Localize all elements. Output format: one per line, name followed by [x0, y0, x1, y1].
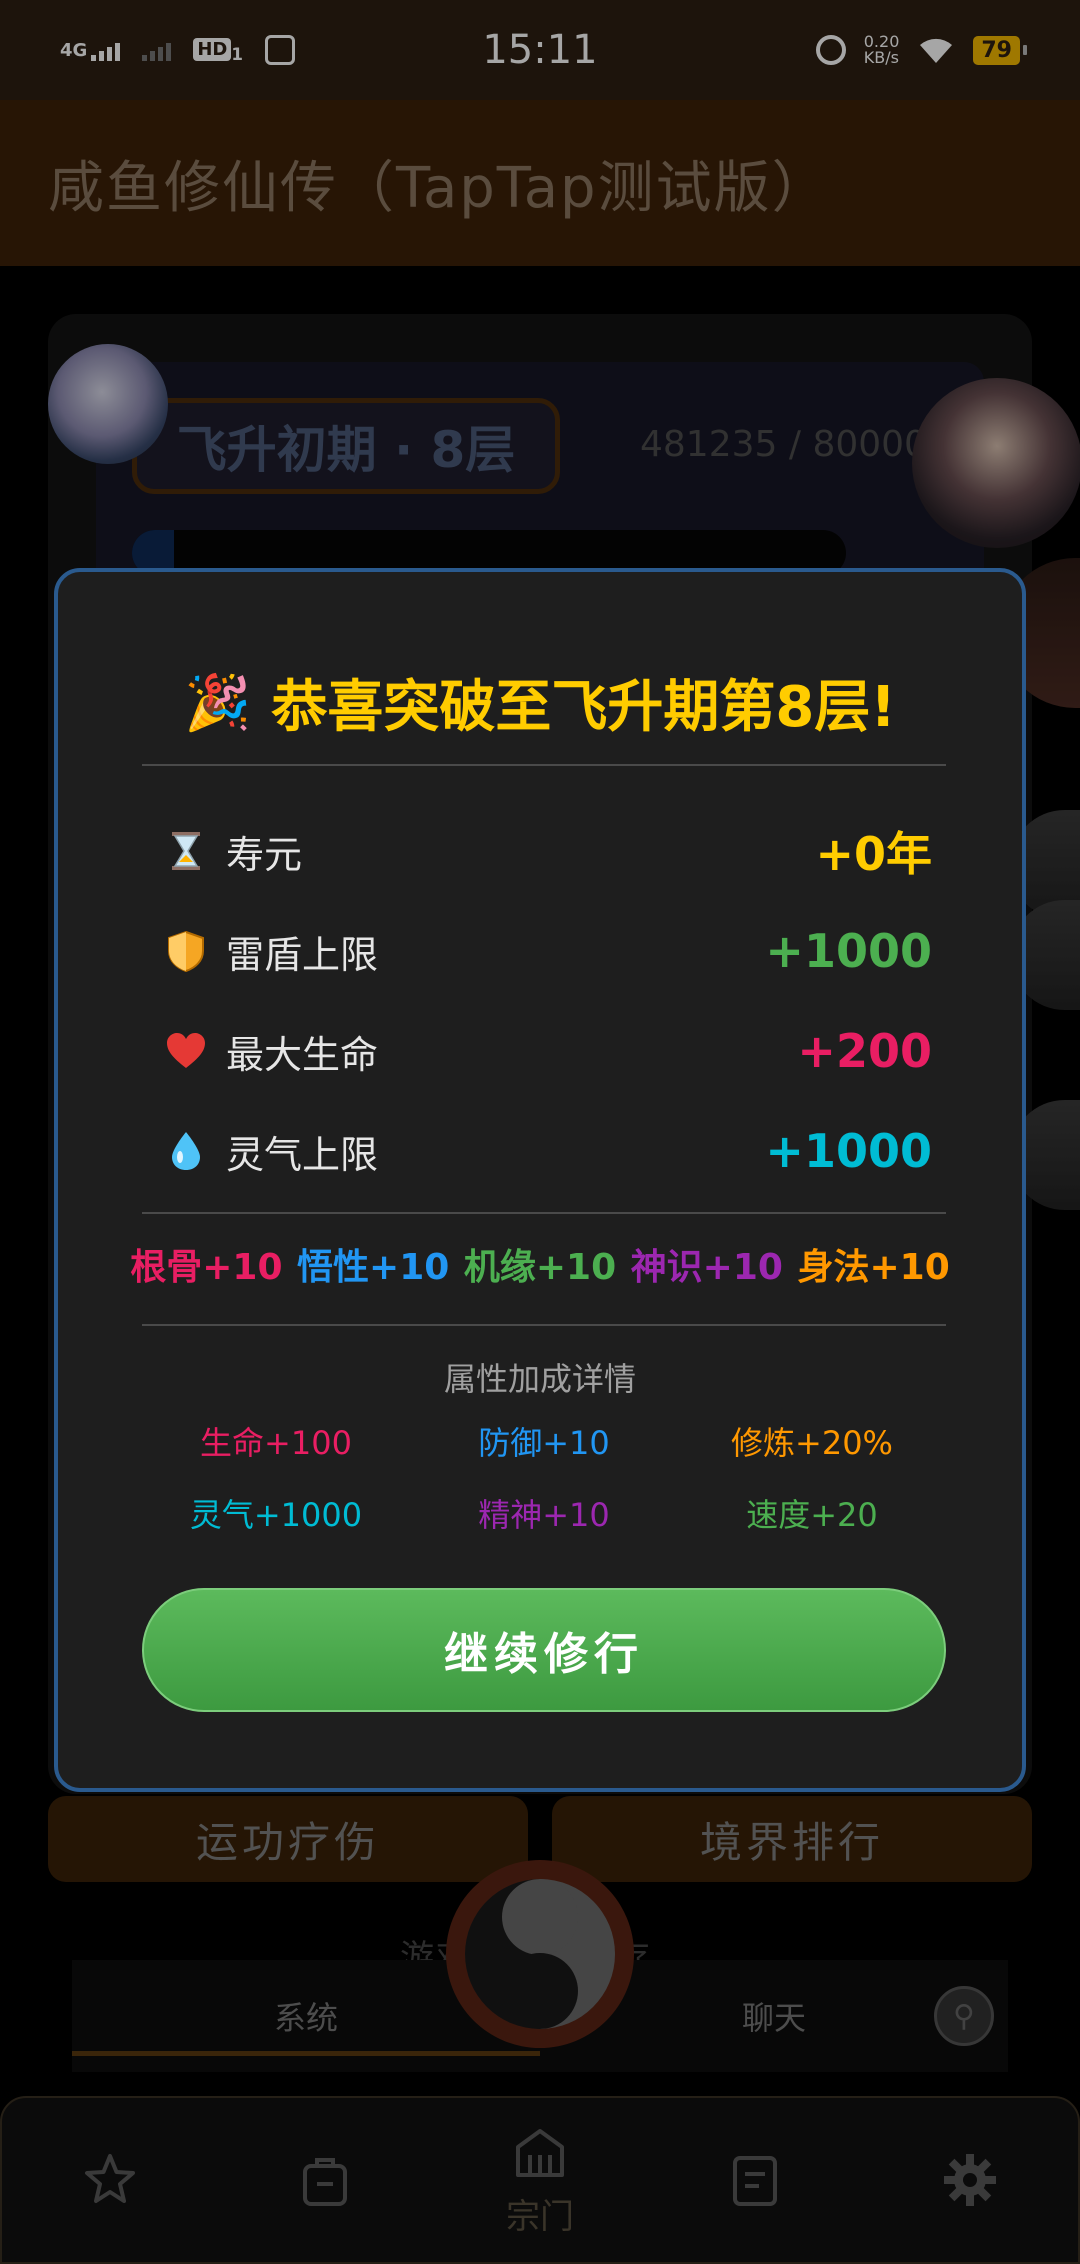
dialog-title-text: 恭喜突破至飞升期第8层!: [271, 675, 896, 740]
shield-icon: [162, 927, 210, 975]
stat-row-lifespan: 寿元 +0年: [162, 816, 932, 886]
stat-label: 灵气上限: [226, 1132, 379, 1177]
detail-qi: 灵气+1000: [189, 1496, 363, 1534]
stat-left: 雷盾上限: [162, 924, 378, 979]
stat-row-max-hp: 最大生命 +200: [162, 1016, 932, 1086]
attribute-gains: 根骨+10 悟性+10 机缘+10 神识+10 身法+10: [58, 1238, 1022, 1290]
stat-value: +0年: [815, 827, 932, 881]
stat-row-thunder-shield: 雷盾上限 +1000: [162, 916, 932, 986]
detail-defense: 防御+10: [478, 1424, 610, 1462]
divider-bottom: [142, 1324, 946, 1326]
detail-hp: 生命+100: [200, 1424, 352, 1462]
stat-label: 寿元: [226, 832, 303, 877]
hourglass-icon: [162, 827, 210, 875]
heart-icon: [162, 1027, 210, 1075]
divider-top: [142, 764, 946, 766]
stat-label: 雷盾上限: [226, 932, 379, 977]
detail-grid: 生命+100 防御+10 修炼+20% 灵气+1000 精神+10 速度+20: [142, 1418, 946, 1536]
attr-spirit-sense: 神识+10: [630, 1247, 783, 1288]
detail-title: 属性加成详情: [443, 1360, 636, 1398]
detail-speed: 速度+20: [746, 1496, 878, 1534]
detail-cultivation: 修炼+20%: [731, 1424, 893, 1462]
divider-mid: [142, 1212, 946, 1214]
stat-row-max-qi: 灵气上限 +1000: [162, 1116, 932, 1186]
detail-spirit: 精神+10: [478, 1496, 610, 1534]
stat-left: 灵气上限: [162, 1124, 378, 1179]
droplet-icon: [162, 1127, 210, 1175]
stat-value: +1000: [765, 924, 932, 978]
attr-insight: 悟性+10: [297, 1247, 450, 1288]
stat-left: 最大生命: [162, 1024, 378, 1079]
continue-button[interactable]: 继续修行: [142, 1588, 946, 1712]
party-popper-icon: 🎉: [184, 670, 252, 734]
attr-fortune: 机缘+10: [463, 1247, 617, 1288]
breakthrough-dialog: 🎉 恭喜突破至飞升期第8层! 寿元 +0年 雷盾上限 +1000 最大生命 +2…: [54, 568, 1026, 1792]
stat-value: +200: [797, 1024, 932, 1078]
attr-root: 根骨+10: [130, 1247, 283, 1288]
stat-left: 寿元: [162, 824, 302, 879]
stat-label: 最大生命: [226, 1032, 379, 1077]
attr-agility: 身法+10: [797, 1247, 950, 1288]
stat-value: +1000: [765, 1124, 932, 1178]
dialog-title: 🎉 恭喜突破至飞升期第8层!: [58, 662, 1022, 743]
